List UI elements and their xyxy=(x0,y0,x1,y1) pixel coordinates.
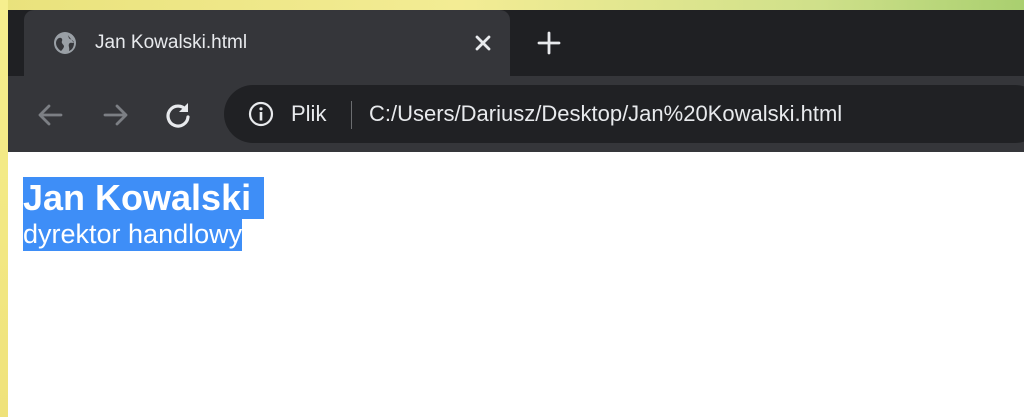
url-text[interactable]: C:/Users/Dariusz/Desktop/Jan%20Kowalski.… xyxy=(369,100,842,128)
browser-toolbar: Plik C:/Users/Dariusz/Desktop/Jan%20Kowa… xyxy=(8,76,1024,152)
plus-icon[interactable] xyxy=(536,30,562,56)
tab-jan-kowalski[interactable]: Jan Kowalski.html xyxy=(24,10,510,76)
desktop-background-left xyxy=(0,0,8,417)
address-bar[interactable]: Plik C:/Users/Dariusz/Desktop/Jan%20Kowa… xyxy=(224,85,1024,143)
browser-window: Jan Kowalski.html Plik C:/Users/Dariusz/… xyxy=(8,10,1024,417)
person-name: Jan Kowalski xyxy=(23,177,265,219)
arrow-right-icon[interactable] xyxy=(101,100,131,130)
page-content: Jan Kowalski dyrektor handlowy xyxy=(8,152,1024,417)
close-icon[interactable] xyxy=(470,30,496,56)
address-separator xyxy=(351,101,352,129)
globe-icon xyxy=(54,32,76,54)
arrow-left-icon[interactable] xyxy=(35,100,65,130)
person-role: dyrektor handlowy xyxy=(23,217,243,251)
tab-strip: Jan Kowalski.html xyxy=(8,10,1024,76)
tab-title: Jan Kowalski.html xyxy=(95,32,248,53)
info-icon[interactable] xyxy=(248,101,274,127)
reload-icon[interactable] xyxy=(163,100,193,130)
scheme-label: Plik xyxy=(291,101,327,126)
